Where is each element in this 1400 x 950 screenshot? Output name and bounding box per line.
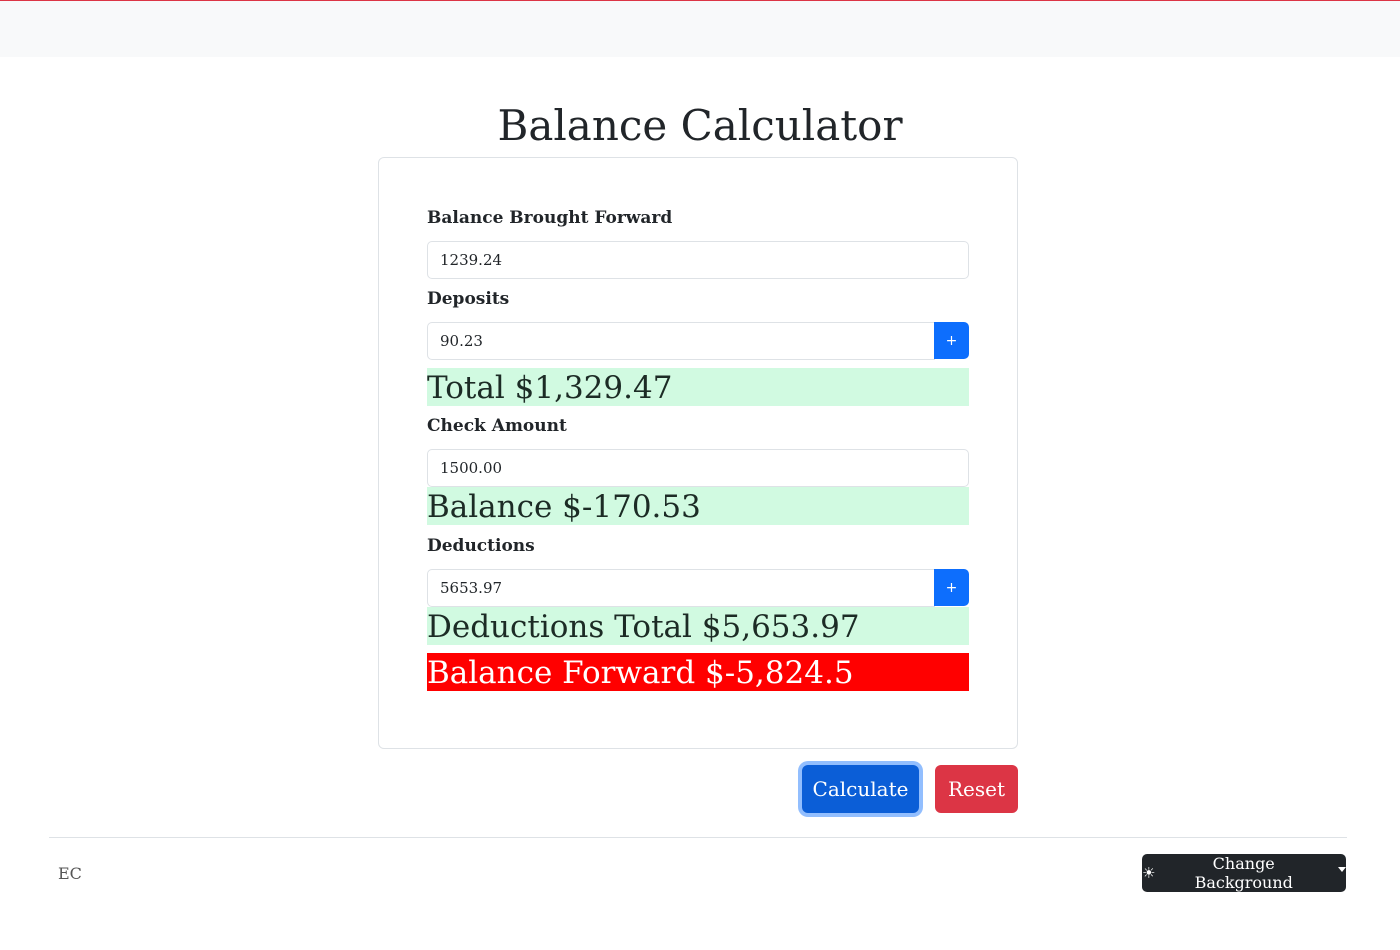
balance-brought-forward-input[interactable] xyxy=(427,241,969,279)
change-background-label: Change Background xyxy=(1194,854,1293,892)
footer-divider xyxy=(49,837,1347,838)
balance-forward-result: Balance Forward $-5,824.5 xyxy=(427,653,969,691)
balance-brought-forward-label: Balance Brought Forward xyxy=(427,208,673,228)
add-deposit-button[interactable]: + xyxy=(934,322,969,359)
balance-result: Balance $-170.53 xyxy=(427,487,969,525)
calculate-button[interactable]: Calculate xyxy=(802,765,919,813)
check-amount-input[interactable] xyxy=(427,449,969,487)
deductions-label: Deductions xyxy=(427,536,535,556)
chevron-down-icon xyxy=(1338,866,1346,872)
deductions-total-result: Deductions Total $5,653.97 xyxy=(427,607,969,645)
total-result: Total $1,329.47 xyxy=(427,368,969,406)
top-navbar xyxy=(0,0,1400,57)
reset-button[interactable]: Reset xyxy=(935,765,1018,813)
footer-brand: EC xyxy=(58,864,82,883)
deductions-input[interactable] xyxy=(427,569,935,607)
change-background-dropdown[interactable]: ☀ Change Background xyxy=(1142,854,1346,892)
deposits-label: Deposits xyxy=(427,289,510,309)
add-deduction-button[interactable]: + xyxy=(934,569,969,606)
sun-icon: ☀ xyxy=(1142,864,1156,882)
deposits-input[interactable] xyxy=(427,322,935,360)
page-title: Balance Calculator xyxy=(497,101,903,150)
check-amount-label: Check Amount xyxy=(427,416,567,436)
